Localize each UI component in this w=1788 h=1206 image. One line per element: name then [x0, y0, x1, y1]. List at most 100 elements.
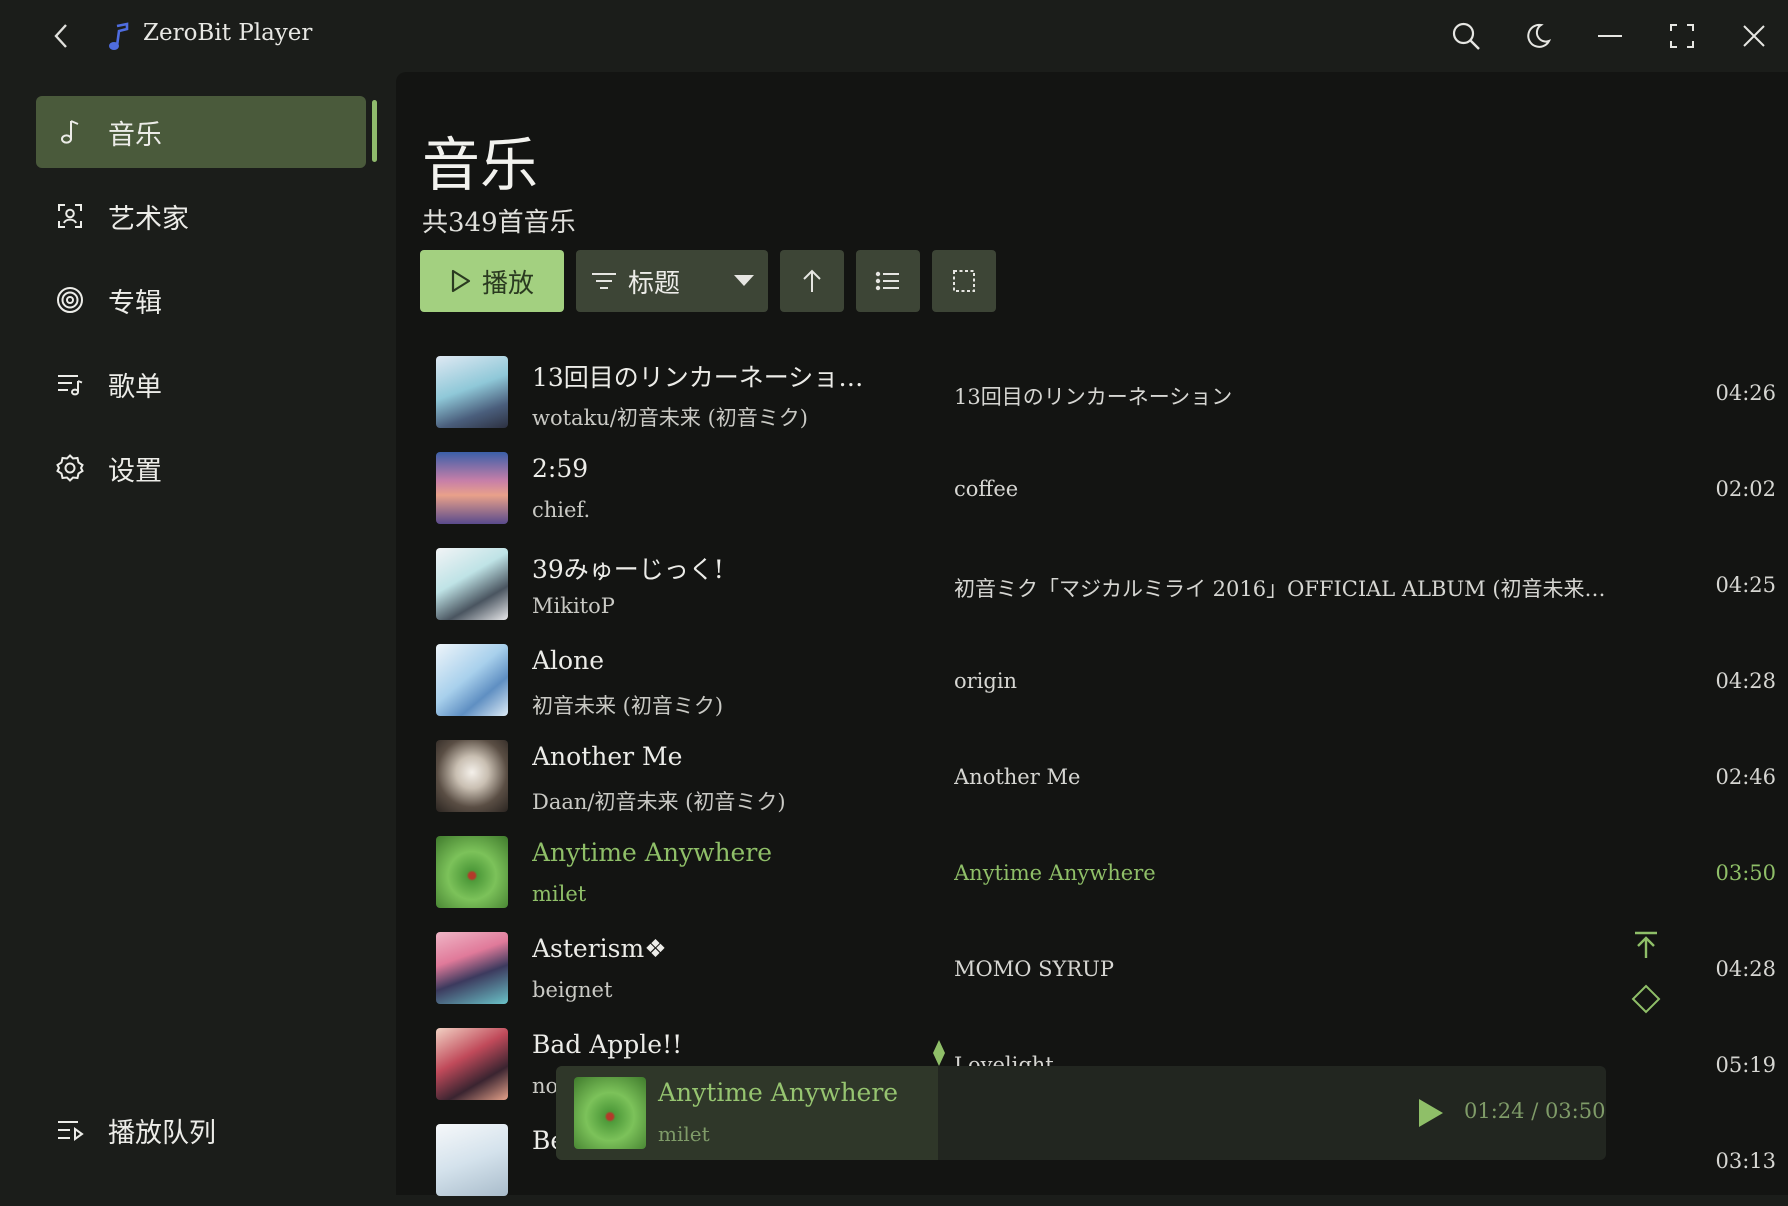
fullscreen-icon[interactable] — [1660, 14, 1704, 58]
gear-icon — [54, 452, 86, 484]
album-art — [436, 932, 508, 1004]
song-album: 初音ミク「マジカルミライ 2016」OFFICIAL ALBUM (初音未来… — [954, 577, 1606, 601]
song-count: 共349首音乐 — [422, 208, 576, 238]
song-artist: MikitoP — [532, 594, 615, 618]
active-indicator — [372, 100, 377, 162]
scroll-to-top-icon[interactable] — [1629, 928, 1663, 962]
song-artist: no — [532, 1074, 559, 1098]
song-row[interactable]: 13回目のリンカーネーショ… wotaku/初音未来 (初音ミク) 13回目のリ… — [436, 342, 1776, 438]
sidebar-item-label: 专辑 — [108, 287, 162, 319]
album-art — [436, 836, 508, 908]
locate-current-icon[interactable] — [1629, 982, 1663, 1016]
song-duration: 04:28 — [1715, 957, 1776, 981]
close-icon[interactable] — [1732, 14, 1776, 58]
sidebar-item-playlists[interactable]: 歌单 — [36, 348, 366, 420]
song-row[interactable]: Asterism❖ beignet MOMO SYRUP 04:28 — [436, 918, 1776, 1014]
title-bar: ZeroBit Player — [0, 0, 1788, 72]
song-title: 13回目のリンカーネーショ… — [532, 363, 864, 392]
song-title: 2:59 — [532, 454, 589, 483]
play-icon[interactable] — [1416, 1096, 1446, 1130]
sort-label: 标题 — [628, 268, 681, 299]
song-row[interactable]: Another Me Daan/初音未来 (初音ミク) Another Me 0… — [436, 726, 1776, 822]
song-title: Asterism❖ — [532, 934, 667, 963]
song-title: 39みゅーじっく! — [532, 555, 724, 584]
song-duration: 03:50 — [1715, 861, 1776, 885]
now-playing-album-art — [574, 1077, 646, 1149]
sidebar-item-albums[interactable]: 专辑 — [36, 264, 366, 336]
song-artist: chief. — [532, 498, 591, 522]
playback-time: 01:24 / 03:50 — [1464, 1099, 1606, 1123]
sidebar-item-label: 歌单 — [108, 371, 162, 403]
album-art — [436, 1124, 508, 1196]
sidebar-item-label: 音乐 — [108, 119, 162, 151]
now-playing-title: Anytime Anywhere — [658, 1078, 899, 1107]
play-all-button[interactable]: 播放 — [420, 250, 564, 312]
sidebar-item-play-queue[interactable]: 播放队列 — [36, 1094, 366, 1166]
play-queue-icon — [54, 1114, 86, 1146]
artist-icon — [54, 200, 86, 232]
sidebar-item-settings[interactable]: 设置 — [36, 432, 366, 504]
playlist-icon — [54, 368, 86, 400]
album-disc-icon — [54, 284, 86, 316]
play-all-label: 播放 — [481, 268, 534, 299]
play-icon — [451, 269, 471, 293]
song-title: Alone — [532, 646, 604, 675]
minimize-icon[interactable] — [1588, 14, 1632, 58]
song-row-playing[interactable]: Anytime Anywhere milet Anytime Anywhere … — [436, 822, 1776, 918]
sidebar: 音乐 艺术家 专辑 歌单 设置 — [0, 72, 396, 1195]
song-album: Another Me — [954, 765, 1081, 789]
now-playing-info[interactable]: Anytime Anywhere milet — [556, 1066, 938, 1160]
play-queue-label: 播放队列 — [108, 1117, 216, 1149]
sort-ascending-button[interactable] — [780, 250, 844, 312]
sort-icon — [592, 273, 616, 289]
song-album: coffee — [954, 477, 1019, 501]
song-duration: 03:13 — [1715, 1149, 1776, 1173]
album-art — [436, 548, 508, 620]
song-album: Anytime Anywhere — [954, 861, 1156, 885]
song-artist: beignet — [532, 978, 613, 1002]
album-art — [436, 356, 508, 428]
sort-dropdown[interactable]: 标题 — [576, 250, 768, 312]
chevron-down-icon — [734, 275, 754, 286]
song-row[interactable]: 39みゅーじっく! MikitoP 初音ミク「マジカルミライ 2016」OFFI… — [436, 534, 1776, 630]
app-title: ZeroBit Player — [143, 20, 313, 46]
multi-select-button[interactable] — [932, 250, 996, 312]
select-frame-icon — [953, 270, 975, 292]
song-row[interactable]: Alone 初音未来 (初音ミク) origin 04:28 — [436, 630, 1776, 726]
song-duration: 02:46 — [1715, 765, 1776, 789]
search-icon[interactable] — [1444, 14, 1488, 58]
song-album: 13回目のリンカーネーション — [954, 385, 1233, 409]
album-art — [436, 644, 508, 716]
album-art — [436, 740, 508, 812]
music-note-icon — [54, 116, 86, 148]
song-artist: Daan/初音未来 (初音ミク) — [532, 790, 786, 814]
song-artist: 初音未来 (初音ミク) — [532, 694, 724, 718]
music-note-logo-icon — [108, 22, 130, 52]
song-album: origin — [954, 669, 1018, 693]
song-row[interactable]: 2:59 chief. coffee 02:02 — [436, 438, 1776, 534]
song-duration: 04:28 — [1715, 669, 1776, 693]
song-title: Bad Apple!! — [532, 1030, 683, 1059]
sidebar-item-music[interactable]: 音乐 — [36, 96, 366, 168]
list-view-button[interactable] — [856, 250, 920, 312]
song-album: MOMO SYRUP — [954, 957, 1115, 981]
moon-icon[interactable] — [1516, 14, 1560, 58]
main-content: 音乐 共349首音乐 播放 标题 13回目のリンカーネーショ… wotaku/初… — [396, 72, 1788, 1196]
song-duration: 05:19 — [1715, 1053, 1776, 1077]
song-duration: 04:25 — [1715, 573, 1776, 597]
page-title: 音乐 — [422, 131, 539, 199]
song-title: Another Me — [532, 742, 683, 771]
album-art — [436, 1028, 508, 1100]
song-artist: milet — [532, 882, 587, 906]
song-duration: 04:26 — [1715, 381, 1776, 405]
song-title: Anytime Anywhere — [532, 838, 773, 867]
arrow-up-icon — [803, 269, 821, 292]
album-art — [436, 452, 508, 524]
sidebar-item-artists[interactable]: 艺术家 — [36, 180, 366, 252]
sidebar-item-label: 艺术家 — [108, 203, 189, 235]
now-playing-bar[interactable]: Anytime Anywhere milet 01:24 / 03:50 — [556, 1066, 1606, 1160]
song-artist: wotaku/初音未来 (初音ミク) — [532, 406, 808, 430]
diamond-marker-icon — [932, 1040, 946, 1066]
back-icon[interactable] — [44, 18, 80, 54]
list-icon — [875, 271, 899, 291]
